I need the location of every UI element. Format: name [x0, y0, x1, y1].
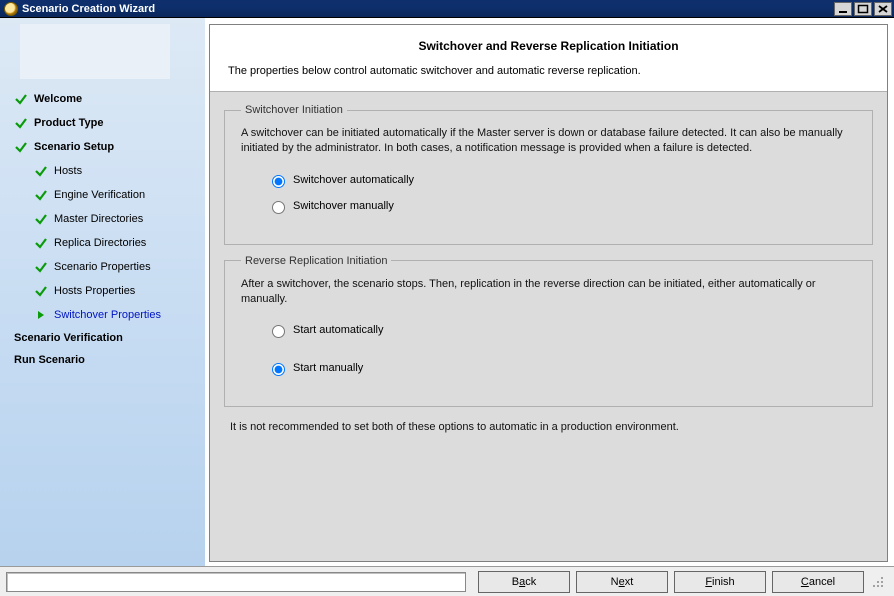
nav-item-welcome[interactable]: Welcome — [0, 87, 205, 111]
reverse-auto-label: Start automatically — [293, 324, 383, 336]
switchover-manual-input[interactable] — [272, 201, 285, 214]
panel-header: Switchover and Reverse Replication Initi… — [210, 25, 887, 91]
content-area: Welcome Product Type Scenario Setup Hosts En… — [0, 18, 894, 566]
nav-item-label: Scenario Properties — [54, 261, 151, 273]
reverse-manual-label: Start manually — [293, 362, 363, 374]
reverse-legend: Reverse Replication Initiation — [241, 255, 391, 267]
back-button[interactable]: Back — [478, 571, 570, 593]
nav-item-label: Run Scenario — [14, 354, 85, 366]
page-description: The properties below control automatic s… — [228, 65, 869, 77]
recommendation-note: It is not recommended to set both of the… — [224, 417, 873, 433]
check-icon — [34, 212, 48, 226]
maximize-button[interactable] — [854, 2, 872, 16]
window-title: Scenario Creation Wizard — [22, 3, 155, 15]
reverse-description: After a switchover, the scenario stops. … — [241, 277, 856, 307]
check-icon — [34, 260, 48, 274]
check-icon — [34, 188, 48, 202]
nav-item-label: Welcome — [34, 93, 82, 105]
switchover-group: Switchover Initiation A switchover can b… — [224, 104, 873, 245]
nav-item-engine-verification[interactable]: Engine Verification — [0, 183, 205, 207]
check-icon — [14, 116, 28, 130]
reverse-manual-radio[interactable]: Start manually — [267, 360, 856, 376]
nav-item-label: Replica Directories — [54, 237, 146, 249]
check-icon — [34, 284, 48, 298]
nav-item-switchover-properties[interactable]: Switchover Properties — [0, 303, 205, 327]
nav-item-label: Product Type — [34, 117, 103, 129]
switchover-auto-radio[interactable]: Switchover automatically — [267, 172, 856, 188]
resize-grip[interactable] — [870, 572, 888, 592]
nav-item-hosts-properties[interactable]: Hosts Properties — [0, 279, 205, 303]
nav-item-label: Engine Verification — [54, 189, 145, 201]
nav-item-label: Hosts — [54, 165, 82, 177]
wizard-sidebar: Welcome Product Type Scenario Setup Hosts En… — [0, 18, 205, 566]
switchover-legend: Switchover Initiation — [241, 104, 347, 116]
check-icon — [34, 236, 48, 250]
check-icon — [14, 92, 28, 106]
check-icon — [14, 140, 28, 154]
sidebar-banner — [20, 24, 170, 79]
nav-item-scenario-setup[interactable]: Scenario Setup — [0, 135, 205, 159]
panel-body: Switchover Initiation A switchover can b… — [210, 91, 887, 561]
switchover-auto-input[interactable] — [272, 175, 285, 188]
nav-item-label: Hosts Properties — [54, 285, 135, 297]
switchover-description: A switchover can be initiated automatica… — [241, 126, 856, 156]
arrow-right-icon — [34, 308, 48, 322]
nav-item-scenario-verification[interactable]: Scenario Verification — [0, 327, 205, 349]
nav-item-run-scenario[interactable]: Run Scenario — [0, 349, 205, 371]
close-button[interactable] — [874, 2, 892, 16]
reverse-manual-input[interactable] — [272, 363, 285, 376]
nav-item-replica-directories[interactable]: Replica Directories — [0, 231, 205, 255]
nav-item-label: Scenario Setup — [34, 141, 114, 153]
nav-item-label: Master Directories — [54, 213, 143, 225]
next-button[interactable]: Next — [576, 571, 668, 593]
reverse-auto-radio[interactable]: Start automatically — [267, 322, 856, 338]
wizard-footer: Back Next Finish Cancel — [0, 566, 894, 596]
page-title: Switchover and Reverse Replication Initi… — [228, 39, 869, 53]
check-icon — [34, 164, 48, 178]
nav-item-product-type[interactable]: Product Type — [0, 111, 205, 135]
cancel-button[interactable]: Cancel — [772, 571, 864, 593]
nav-item-scenario-properties[interactable]: Scenario Properties — [0, 255, 205, 279]
reverse-auto-input[interactable] — [272, 325, 285, 338]
switchover-manual-radio[interactable]: Switchover manually — [267, 198, 856, 214]
nav-item-hosts[interactable]: Hosts — [0, 159, 205, 183]
title-bar: Scenario Creation Wizard — [0, 0, 894, 18]
wizard-panel: Switchover and Reverse Replication Initi… — [209, 24, 888, 562]
status-bar — [6, 572, 466, 592]
switchover-auto-label: Switchover automatically — [293, 174, 414, 186]
nav-item-master-directories[interactable]: Master Directories — [0, 207, 205, 231]
reverse-group: Reverse Replication Initiation After a s… — [224, 255, 873, 408]
minimize-button[interactable] — [834, 2, 852, 16]
nav-item-label: Switchover Properties — [54, 309, 161, 321]
switchover-manual-label: Switchover manually — [293, 200, 394, 212]
nav-item-label: Scenario Verification — [14, 332, 123, 344]
finish-button[interactable]: Finish — [674, 571, 766, 593]
app-icon — [4, 2, 18, 16]
